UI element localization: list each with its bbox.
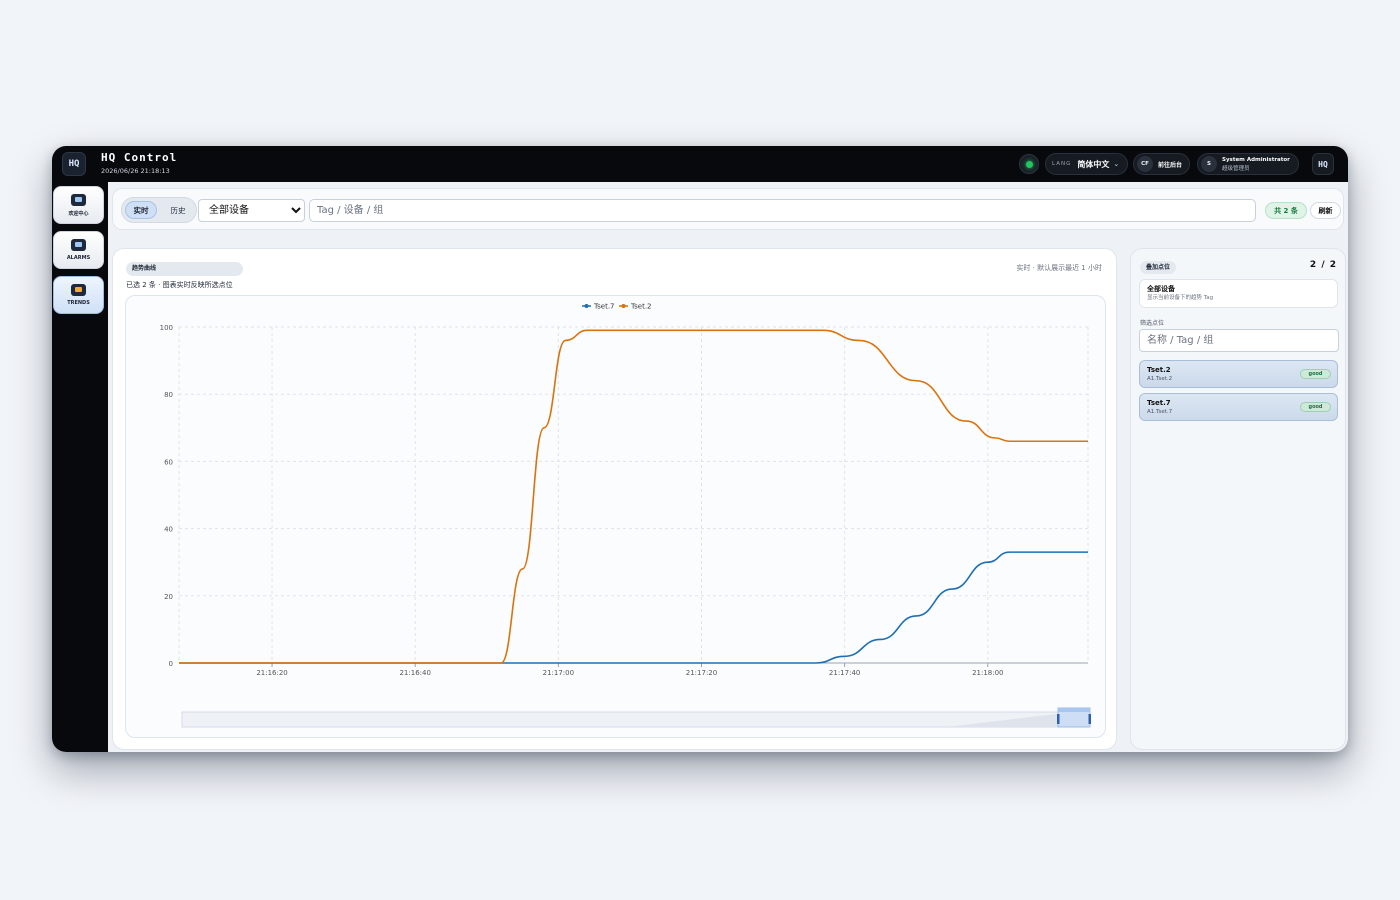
sidebar-item-welcome[interactable]: 欢迎中心 [53, 186, 104, 224]
y-tick-label: 40 [164, 526, 173, 534]
mode-switch: 实时 历史 [121, 197, 197, 223]
user-name: System Administrator [1222, 156, 1290, 163]
legend-label: Tset.7 [593, 303, 615, 311]
x-tick-label: 21:16:20 [256, 669, 287, 677]
all-devices-title: 全部设备 [1147, 285, 1175, 293]
trend-chart-panel: 趋势曲线 已选 2 条 · 图表实时反映所选点位 实时 · 默认展示最近 1 小… [112, 248, 1117, 750]
admin-backend-button[interactable]: CF 前往后台 [1133, 153, 1190, 175]
chevron-down-icon: ⌄ [1113, 160, 1120, 168]
all-devices-card[interactable]: 全部设备 显示当前设备下的趋势 Tag [1139, 279, 1338, 308]
alarm-icon [71, 239, 86, 251]
y-tick-label: 80 [164, 391, 173, 399]
x-tick-label: 21:16:40 [399, 669, 430, 677]
trend-chart[interactable]: 0 20 40 60 80 100 21:16:20 21:16:40 21:17:00 21:1… [126, 296, 1107, 739]
top-bar: HQ HQ Control 2026/06/26 21:18:13 LANG 简… [52, 146, 1348, 182]
chart-frame: 0 20 40 60 80 100 21:16:20 21:16:40 21:17:00 21:1… [125, 295, 1106, 738]
quality-badge: good [1300, 369, 1331, 379]
y-tick-label: 20 [164, 593, 173, 601]
all-devices-subtitle: 显示当前设备下的趋势 Tag [1147, 295, 1214, 301]
app-window: HQ HQ Control 2026/06/26 21:18:13 LANG 简… [52, 146, 1348, 752]
series-line-Tset-2 [179, 329, 1088, 664]
device-select[interactable]: 全部设备 [198, 199, 305, 222]
sidebar-item-label: TRENDS [67, 300, 90, 306]
user-info: System Administrator 超级管理员 [1222, 156, 1290, 173]
side-panel-title: 叠加点位 [1140, 261, 1177, 274]
zoom-handle-bar [1058, 708, 1090, 712]
y-tick-label: 100 [160, 324, 173, 332]
trend-icon [71, 284, 86, 296]
tab-history[interactable]: 历史 [162, 201, 194, 219]
tab-realtime[interactable]: 实时 [125, 201, 157, 219]
point-filter-input[interactable] [1139, 329, 1339, 352]
overlay-points-panel: 叠加点位 2 / 2 全部设备 显示当前设备下的趋势 Tag 筛选点位 Tset… [1130, 248, 1346, 750]
y-tick-label: 60 [164, 458, 173, 466]
zoom-handle-left [1057, 714, 1060, 724]
zoom-track [181, 711, 1091, 728]
x-tick-label: 21:17:40 [829, 669, 860, 677]
sidebar-item-label: ALARMS [66, 255, 91, 261]
filter-label: 筛选点位 [1140, 320, 1165, 327]
sidebar-item-trends[interactable]: TRENDS [53, 276, 104, 314]
hq-logo-icon: HQ [62, 152, 86, 176]
selected-count: 2 / 2 [1309, 260, 1337, 270]
result-count-badge: 共 2 条 [1265, 202, 1307, 219]
legend-marker [584, 304, 589, 308]
x-tick-label: 21:17:20 [686, 669, 717, 677]
sidebar-item-alarms[interactable]: ALARMS [53, 231, 104, 269]
connection-status[interactable] [1019, 154, 1039, 174]
lang-label: LANG [1052, 161, 1072, 167]
monitor-icon [71, 193, 86, 206]
sidebar-item-label: 欢迎中心 [68, 210, 89, 217]
series-line-Tset-7 [179, 551, 1088, 664]
legend-label: Tset.2 [630, 303, 652, 311]
filter-toolbar: 实时 历史 全部设备 共 2 条 刷新 [112, 188, 1344, 230]
quality-badge: good [1300, 402, 1331, 412]
app-datetime: 2026/06/26 21:18:13 [101, 167, 170, 175]
user-menu[interactable]: S System Administrator 超级管理员 [1197, 153, 1299, 175]
refresh-button[interactable]: 刷新 [1310, 202, 1341, 219]
tag-search-input[interactable] [309, 199, 1256, 222]
tag-item-tset-2[interactable]: Tset.2 A1.Tset.2 good [1139, 360, 1338, 388]
app-title: HQ Control [101, 151, 178, 164]
x-tick-label: 21:17:00 [543, 669, 574, 677]
range-note: 实时 · 默认展示最近 1 小时 [1016, 264, 1102, 272]
admin-backend-label: 前往后台 [1158, 161, 1183, 169]
user-role: 超级管理员 [1222, 165, 1250, 172]
zoom-handle-right [1088, 714, 1091, 724]
sidebar: 欢迎中心 ALARMS TRENDS [52, 182, 108, 752]
tag-item-tset-7[interactable]: Tset.7 A1.Tset.7 good [1139, 393, 1338, 421]
x-tick-label: 21:18:00 [972, 669, 1003, 677]
cf-badge: CF [1137, 156, 1153, 172]
status-dot-icon [1025, 160, 1033, 168]
brand-logo-button[interactable]: HQ [1312, 153, 1334, 175]
lang-value: 简体中文 [1077, 159, 1110, 169]
section-subtitle: 已选 2 条 · 图表实时反映所选点位 [126, 281, 233, 289]
legend-marker [621, 304, 626, 308]
section-title: 趋势曲线 [126, 262, 243, 276]
avatar: S [1201, 156, 1217, 172]
y-tick-label: 0 [169, 660, 173, 668]
language-selector[interactable]: LANG 简体中文 ⌄ [1045, 153, 1128, 175]
